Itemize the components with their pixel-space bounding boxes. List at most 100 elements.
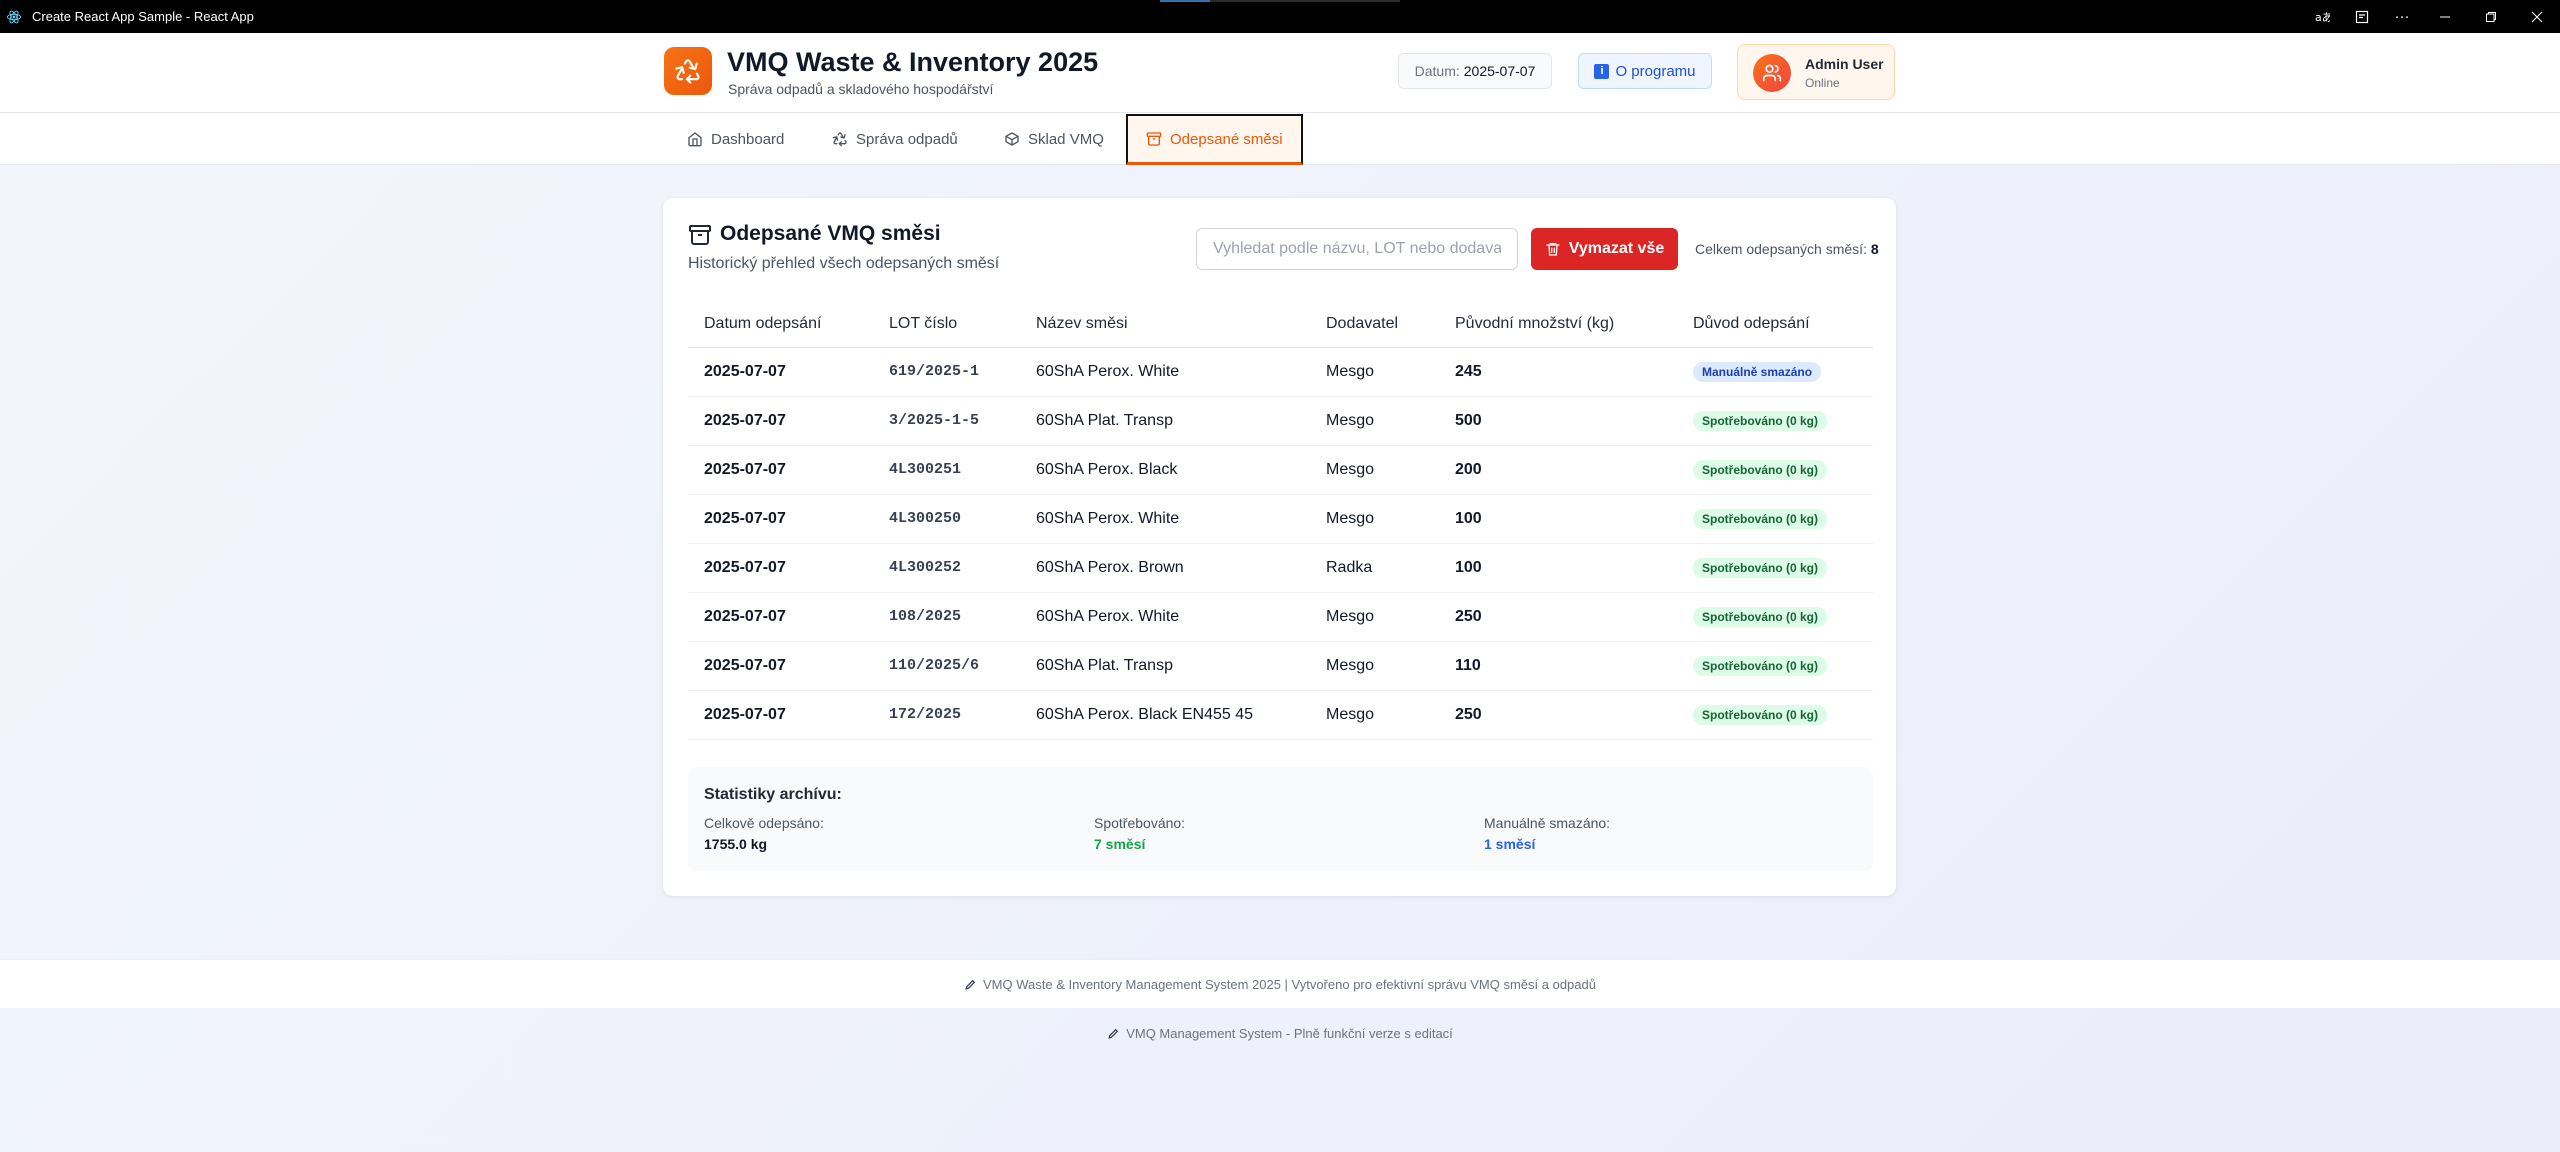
stat-manual: Manuálně smazáno: 1 směsí (1484, 815, 1610, 852)
table-header-row: Datum odepsání LOT číslo Název směsi Dod… (688, 302, 1873, 348)
cell-reason: Manuálně smazáno (1677, 347, 1873, 397)
trash-icon (1546, 243, 1560, 256)
stat-label: Spotřebováno: (1094, 815, 1186, 831)
cell-name: 60ShA Perox. White (1020, 494, 1310, 544)
stat-total: Celkově odepsáno: 1755.0 kg (704, 815, 824, 852)
table-row[interactable]: 2025-07-07 4L300252 60ShA Perox. Brown Radk… (688, 543, 1873, 593)
main-nav: Dashboard Správa odpadů Sklad VMQ Odepsa… (0, 113, 2560, 165)
cell-supplier: Mesgo (1310, 494, 1439, 544)
cell-reason: Spotřebováno (0 kg) (1677, 690, 1873, 740)
status-badge: Spotřebováno (0 kg) (1693, 606, 1828, 627)
window-title: Create React App Sample - React App (32, 9, 254, 24)
cell-name: 60ShA Perox. Black (1020, 445, 1310, 495)
table-row[interactable]: 2025-07-07 108/2025 60ShA Perox. White Mesg… (688, 592, 1873, 642)
column-header[interactable]: Důvod odepsání (1677, 302, 1873, 348)
status-badge: Manuálně smazáno (1693, 361, 1822, 382)
cell-name: 60ShA Perox. White (1020, 347, 1310, 397)
table-row[interactable]: 2025-07-07 4L300251 60ShA Perox. Black Mesg… (688, 445, 1873, 495)
search-input[interactable] (1196, 228, 1518, 270)
column-header[interactable]: LOT číslo (873, 302, 1020, 348)
cell-date: 2025-07-07 (688, 494, 873, 544)
cell-lot: 3/2025-1-5 (873, 396, 1020, 446)
stat-value: 1 směsí (1484, 836, 1536, 852)
cell-lot: 108/2025 (873, 592, 1020, 642)
archive-title: Odepsané VMQ směsi (720, 222, 941, 245)
date-value: 2025-07-07 (1463, 63, 1536, 79)
about-button[interactable]: i O programu (1578, 53, 1712, 89)
app-title: VMQ Waste & Inventory 2025 (727, 47, 1099, 77)
cell-reason: Spotřebováno (0 kg) (1677, 396, 1873, 446)
cell-date: 2025-07-07 (688, 347, 873, 397)
table-row[interactable]: 2025-07-07 3/2025-1-5 60ShA Plat. Transp Me… (688, 396, 1873, 446)
cell-quantity: 245 (1439, 347, 1677, 397)
cell-supplier: Mesgo (1310, 690, 1439, 740)
cell-lot: 4L300250 (873, 494, 1020, 544)
user-profile[interactable]: Admin User Online (1737, 44, 1895, 100)
minimize-icon[interactable] (2422, 0, 2468, 33)
tab-waste-management[interactable]: Správa odpadů (816, 113, 974, 165)
cell-name: 60ShA Plat. Transp (1020, 396, 1310, 446)
cell-reason: Spotřebováno (0 kg) (1677, 641, 1873, 691)
cell-quantity: 200 (1439, 445, 1677, 495)
cell-lot: 4L300251 (873, 445, 1020, 495)
footer-secondary: VMQ Management System - Plně funkční ver… (0, 1022, 2560, 1044)
cell-date: 2025-07-07 (688, 641, 873, 691)
footer-text: VMQ Waste & Inventory Management System … (983, 976, 1596, 992)
tab-written-off-mixtures[interactable]: Odepsané směsi (1126, 114, 1303, 165)
column-header[interactable]: Název směsi (1020, 302, 1310, 348)
tab-vmq-stock[interactable]: Sklad VMQ (988, 113, 1120, 165)
user-name: Admin User (1805, 56, 1884, 72)
translate-icon[interactable]: aあ (2302, 0, 2342, 33)
drag-region-indicator (1160, 0, 1400, 2)
cell-date: 2025-07-07 (688, 690, 873, 740)
cell-lot: 619/2025-1 (873, 347, 1020, 397)
cell-date: 2025-07-07 (688, 445, 873, 495)
column-header[interactable]: Dodavatel (1310, 302, 1439, 348)
cell-date: 2025-07-07 (688, 396, 873, 446)
archive-icon (1146, 132, 1162, 146)
table-row[interactable]: 2025-07-07 172/2025 60ShA Perox. Black EN4… (688, 690, 1873, 740)
tab-label: Odepsané směsi (1170, 130, 1283, 148)
status-badge: Spotřebováno (0 kg) (1693, 410, 1828, 431)
cell-name: 60ShA Perox. Black EN455 45 (1020, 690, 1310, 740)
info-icon: i (1594, 63, 1610, 79)
status-badge: Spotřebováno (0 kg) (1693, 508, 1828, 529)
more-options-icon[interactable]: ··· (2382, 0, 2422, 33)
recycle-logo-icon (664, 47, 712, 95)
clear-all-button[interactable]: Vymazat vše (1531, 228, 1678, 270)
cell-quantity: 500 (1439, 396, 1677, 446)
cell-quantity: 250 (1439, 592, 1677, 642)
cell-supplier: Mesgo (1310, 445, 1439, 495)
cell-name: 60ShA Plat. Transp (1020, 641, 1310, 691)
cell-lot: 110/2025/6 (873, 641, 1020, 691)
cell-lot: 4L300252 (873, 543, 1020, 593)
footer: VMQ Waste & Inventory Management System … (0, 959, 2560, 1008)
recycle-icon (832, 132, 847, 147)
footer-secondary-text: VMQ Management System - Plně funkční ver… (1126, 1025, 1453, 1041)
status-badge: Spotřebováno (0 kg) (1693, 655, 1828, 676)
written-off-table: Datum odepsání LOT číslo Název směsi Dod… (688, 302, 1873, 740)
archive-subtitle: Historický přehled všech odepsaných směs… (688, 255, 1000, 272)
tab-dashboard[interactable]: Dashboard (671, 113, 800, 165)
close-icon[interactable] (2514, 0, 2560, 33)
total-count-label: Celkem odepsaných směsí: (1695, 241, 1867, 257)
cell-quantity: 250 (1439, 690, 1677, 740)
table-row[interactable]: 2025-07-07 4L300250 60ShA Perox. White Mesg… (688, 494, 1873, 544)
cell-supplier: Mesgo (1310, 396, 1439, 446)
about-label: O programu (1615, 62, 1696, 80)
stat-label: Celkově odepsáno: (704, 815, 824, 831)
clear-all-label: Vymazat vše (1568, 240, 1665, 257)
tab-label: Dashboard (711, 130, 785, 148)
users-icon (1753, 54, 1791, 92)
stats-title: Statistiky archívu: (704, 786, 842, 803)
status-badge: Spotřebováno (0 kg) (1693, 459, 1828, 480)
app-settings-icon[interactable] (2342, 0, 2382, 33)
cell-supplier: Mesgo (1310, 592, 1439, 642)
table-row[interactable]: 2025-07-07 110/2025/6 60ShA Plat. Transp Me… (688, 641, 1873, 691)
cell-supplier: Mesgo (1310, 641, 1439, 691)
stat-label: Manuálně smazáno: (1484, 815, 1611, 831)
table-row[interactable]: 2025-07-07 619/2025-1 60ShA Perox. White Me… (688, 347, 1873, 397)
column-header[interactable]: Datum odepsání (688, 302, 873, 348)
restore-icon[interactable] (2468, 0, 2514, 33)
column-header[interactable]: Původní množství (kg) (1439, 302, 1677, 348)
